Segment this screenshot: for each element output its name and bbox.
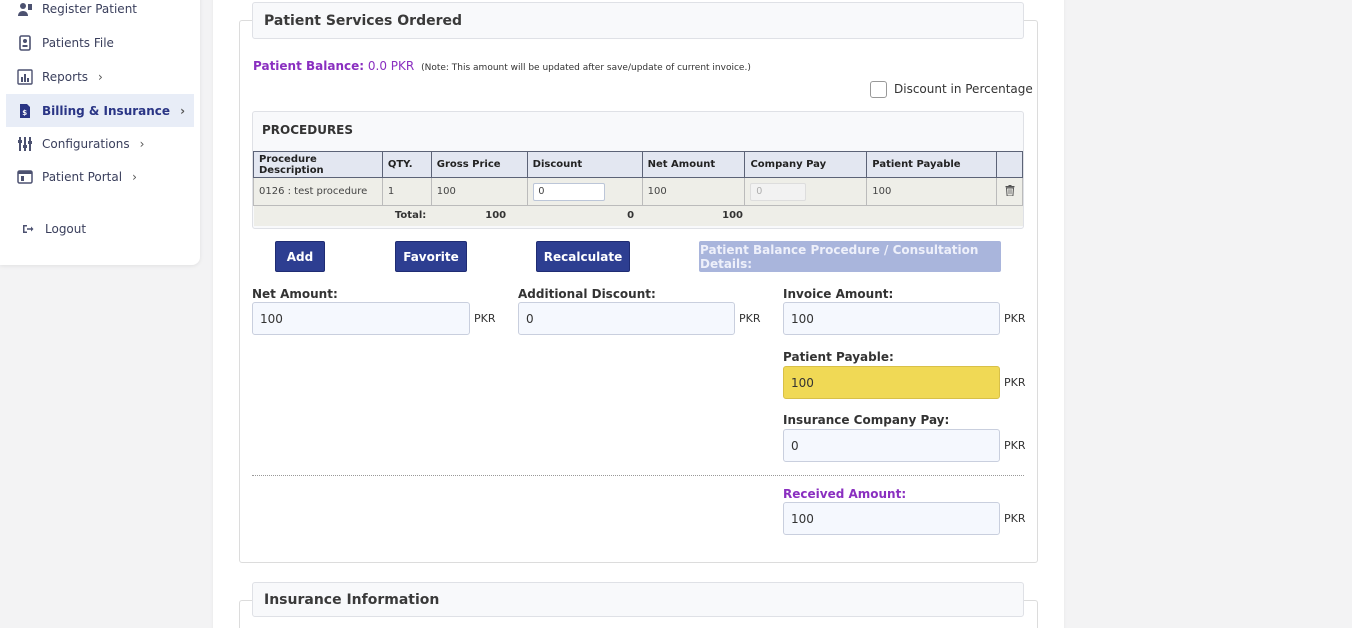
sidebar: Register Patient Patients File Reports ›… — [0, 0, 200, 265]
col-net-amount: Net Amount — [641, 151, 746, 178]
add-button[interactable]: Add — [275, 241, 325, 272]
sidebar-item-label: Reports — [42, 69, 89, 84]
chevron-right-icon: › — [132, 169, 137, 184]
total-gross: 100 — [431, 205, 528, 226]
balance-details-button[interactable]: Patient Balance Procedure / Consultation… — [699, 241, 1001, 272]
total-discount: 0 — [527, 205, 643, 226]
sidebar-item-label: Configurations — [42, 136, 130, 151]
sidebar-item-register-patient[interactable]: Register Patient — [6, 0, 194, 25]
invoice-amount-label: Invoice Amount: — [783, 287, 894, 301]
procedures-table: Procedure Description QTY. Gross Price D… — [253, 151, 1023, 226]
cell-patient-payable: 100 — [866, 177, 997, 206]
net-amount-field[interactable]: 100 — [252, 302, 470, 335]
sidebar-item-label: Billing & Insurance — [42, 103, 171, 118]
chevron-right-icon: › — [98, 69, 103, 84]
table-header-row: Procedure Description QTY. Gross Price D… — [253, 151, 1023, 178]
net-amount-label: Net Amount: — [252, 287, 338, 301]
discount-percentage-label: Discount in Percentage — [894, 82, 1033, 96]
currency-unit: PKR — [1004, 439, 1026, 452]
additional-discount-label: Additional Discount: — [518, 287, 656, 301]
sliders-icon — [17, 136, 33, 152]
col-patient-payable: Patient Payable — [866, 151, 997, 178]
currency-unit: PKR — [474, 312, 496, 325]
portal-icon — [17, 169, 33, 185]
additional-discount-field[interactable]: 0 — [518, 302, 735, 335]
sidebar-item-configurations[interactable]: Configurations › — [6, 127, 194, 160]
sidebar-item-label: Patient Portal — [42, 169, 123, 184]
sidebar-item-billing-insurance[interactable]: $ Billing & Insurance › — [6, 94, 194, 127]
cell-gross: 100 — [430, 177, 528, 206]
balance-label: Patient Balance: — [253, 59, 365, 73]
sidebar-item-patients-file[interactable]: Patients File — [6, 26, 194, 59]
sidebar-item-logout[interactable]: Logout — [9, 212, 197, 245]
received-amount-field[interactable]: 100 — [783, 502, 1000, 535]
patient-payable-label: Patient Payable: — [783, 350, 894, 364]
file-badge-icon — [17, 34, 33, 51]
sidebar-item-label: Logout — [45, 221, 87, 236]
insurance-pay-label: Insurance Company Pay: — [783, 413, 950, 427]
logout-icon — [20, 221, 36, 237]
company-pay-input — [750, 182, 807, 201]
total-net: 100 — [642, 205, 867, 226]
invoice-icon: $ — [17, 103, 33, 119]
col-company-pay: Company Pay — [744, 151, 868, 178]
col-discount: Discount — [526, 151, 643, 178]
balance-note: (Note: This amount will be updated after… — [421, 63, 751, 73]
chevron-right-icon: › — [139, 136, 145, 151]
currency-unit: PKR — [739, 312, 761, 325]
recalculate-button[interactable]: Recalculate — [536, 241, 630, 272]
table-total-row: Total: 100 0 100 — [253, 205, 1023, 226]
patient-payable-field[interactable]: 100 — [783, 366, 1000, 399]
currency-unit: PKR — [1004, 512, 1026, 525]
balance-value: 0.0 PKR — [367, 59, 415, 73]
table-row: 0126 : test procedure 1 100 100 100 — [253, 177, 1023, 206]
section-title-insurance: Insurance Information — [252, 582, 1024, 617]
section-title-services: Patient Services Ordered — [252, 2, 1024, 39]
svg-text:$: $ — [22, 109, 27, 117]
cell-qty: 1 — [381, 177, 432, 206]
divider — [252, 475, 1024, 476]
cell-delete — [996, 177, 1023, 206]
currency-unit: PKR — [1004, 376, 1026, 389]
cell-net: 100 — [641, 177, 746, 206]
discount-percentage-checkbox[interactable] — [870, 81, 887, 98]
procedures-title: PROCEDURES — [262, 123, 354, 137]
sidebar-item-label: Patients File — [42, 35, 114, 50]
cell-company-pay — [744, 177, 868, 206]
user-plus-icon — [17, 1, 33, 17]
trash-icon[interactable] — [1005, 184, 1015, 199]
sidebar-item-label: Register Patient — [42, 1, 138, 16]
insurance-pay-field[interactable]: 0 — [783, 429, 1000, 462]
discount-input[interactable] — [532, 182, 605, 201]
col-actions — [996, 151, 1023, 178]
cell-discount — [526, 177, 643, 206]
col-qty: QTY. — [381, 151, 432, 178]
total-label: Total: — [253, 205, 432, 226]
chevron-right-icon: › — [180, 103, 186, 118]
invoice-amount-field[interactable]: 100 — [783, 302, 1000, 335]
sidebar-item-reports[interactable]: Reports › — [6, 60, 194, 93]
col-gross-price: Gross Price — [430, 151, 528, 178]
patient-balance: Patient Balance: 0.0 PKR (Note: This amo… — [253, 59, 751, 73]
col-description: Procedure Description — [253, 151, 383, 178]
cell-description: 0126 : test procedure — [253, 177, 383, 206]
currency-unit: PKR — [1004, 312, 1026, 325]
chart-icon — [17, 68, 33, 85]
received-amount-label: Received Amount: — [783, 487, 907, 501]
sidebar-item-patient-portal[interactable]: Patient Portal › — [6, 160, 194, 193]
favorite-button[interactable]: Favorite — [395, 241, 467, 272]
